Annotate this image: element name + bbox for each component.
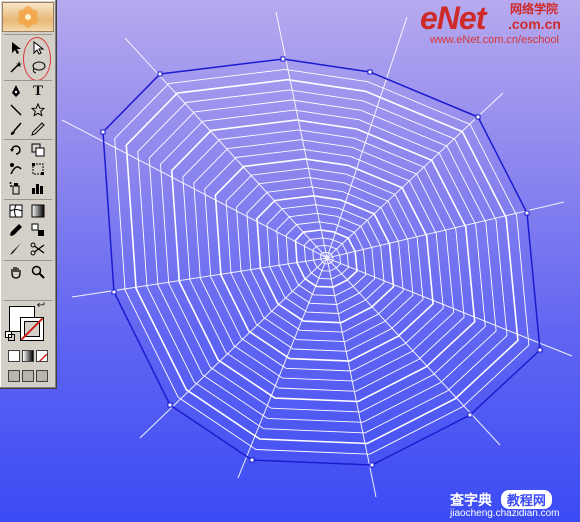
paintbrush-tool[interactable] <box>6 120 26 138</box>
web-spoke <box>275 11 328 259</box>
slice-tool[interactable] <box>6 240 26 258</box>
spider-web-artwork[interactable] <box>0 0 580 522</box>
blend-tool-icon <box>31 223 44 236</box>
free-transform-tool[interactable] <box>28 160 48 178</box>
star-tool-icon <box>31 103 45 117</box>
web-spoke <box>326 257 377 498</box>
anchor-point[interactable] <box>280 56 286 62</box>
scale-tool[interactable] <box>28 141 48 159</box>
swap-arrow-icon: ↩ <box>36 300 46 311</box>
tools-panel: T ↩ <box>0 0 57 389</box>
anchor-point[interactable] <box>157 71 163 77</box>
anchor-point[interactable] <box>537 347 543 353</box>
enet-logo: eNet <box>420 0 486 36</box>
anchor-point[interactable] <box>167 402 173 408</box>
column-graph-tool[interactable] <box>28 179 48 197</box>
hand-tool-icon <box>11 267 21 279</box>
line-segment-tool-icon <box>10 104 22 116</box>
enet-logo-chinese: 网络学院 <box>510 2 559 16</box>
artboard-canvas[interactable] <box>0 0 580 522</box>
magic-wand-tool-icon <box>10 61 22 73</box>
footer-logo-pill: 教程网 <box>500 490 552 509</box>
none-icon <box>38 353 47 361</box>
color-mode-button[interactable] <box>8 350 20 362</box>
anchor-point[interactable] <box>111 289 117 295</box>
anchor-point[interactable] <box>524 210 530 216</box>
footer-logo-text: 查字典 <box>450 493 492 509</box>
gradient-tool-icon <box>31 204 45 218</box>
star-tool[interactable] <box>28 101 48 119</box>
scissors-tool[interactable] <box>28 240 48 258</box>
stroke-color-swatch[interactable] <box>20 317 44 341</box>
warp-tool[interactable] <box>6 160 26 178</box>
scissors-tool-icon <box>30 242 45 256</box>
swap-fill-stroke-button[interactable]: ↩ <box>34 300 48 312</box>
symbol-sprayer-tool[interactable] <box>6 179 26 197</box>
line-segment-tool[interactable] <box>6 101 26 119</box>
full-screen-menu-mode-button[interactable] <box>22 370 34 382</box>
web-spoke <box>237 257 328 479</box>
zoom-tool-icon <box>31 265 45 279</box>
mesh-tool[interactable] <box>6 202 26 220</box>
scale-tool-icon <box>31 143 45 157</box>
anchor-point[interactable] <box>100 129 106 135</box>
rotate-tool[interactable] <box>6 141 26 159</box>
eyedropper-tool[interactable] <box>6 221 26 239</box>
pen-tool[interactable] <box>6 82 26 100</box>
default-colors-icon <box>5 331 15 341</box>
hand-tool[interactable] <box>6 263 26 281</box>
type-tool-icon: T <box>32 82 43 99</box>
footer-url: jiaocheng.chazidian.com <box>450 508 560 519</box>
footer-watermark: 查字典 教程网 <box>450 490 552 510</box>
anchor-point[interactable] <box>249 457 255 463</box>
standard-screen-mode-button[interactable] <box>8 370 20 382</box>
anchor-point[interactable] <box>367 69 373 75</box>
blend-tool[interactable] <box>28 221 48 239</box>
type-tool[interactable]: T <box>28 82 48 100</box>
symbol-sprayer-tool-icon <box>9 182 20 195</box>
slice-tool-icon <box>10 243 21 255</box>
pencil-tool-icon <box>31 122 45 136</box>
anchor-point[interactable] <box>475 114 481 120</box>
enet-url: www.eNet.com.cn/eschool <box>430 34 559 46</box>
paintbrush-tool-icon <box>10 122 22 135</box>
column-graph-tool-icon <box>32 184 43 194</box>
free-transform-tool-icon <box>32 163 44 175</box>
full-screen-mode-button[interactable] <box>36 370 48 382</box>
none-mode-button[interactable] <box>36 350 48 362</box>
web-spoke <box>326 16 408 259</box>
toolbox-header-logo <box>2 2 54 32</box>
warp-tool-icon <box>10 163 22 175</box>
gradient-tool[interactable] <box>28 202 48 220</box>
mesh-tool-icon <box>9 204 23 218</box>
highlight-circle-annotation <box>23 37 51 81</box>
anchor-point[interactable] <box>369 462 375 468</box>
selection-tool-icon <box>12 42 21 54</box>
eyedropper-tool-icon <box>10 224 22 236</box>
gradient-mode-button[interactable] <box>22 350 34 362</box>
default-colors-button[interactable] <box>4 330 16 342</box>
pencil-tool[interactable] <box>28 120 48 138</box>
anchor-point[interactable] <box>467 412 473 418</box>
rotate-tool-icon <box>10 145 21 155</box>
pen-tool-icon <box>12 84 20 97</box>
zoom-tool[interactable] <box>28 263 48 281</box>
enet-logo-domain: .com.cn <box>508 16 561 32</box>
